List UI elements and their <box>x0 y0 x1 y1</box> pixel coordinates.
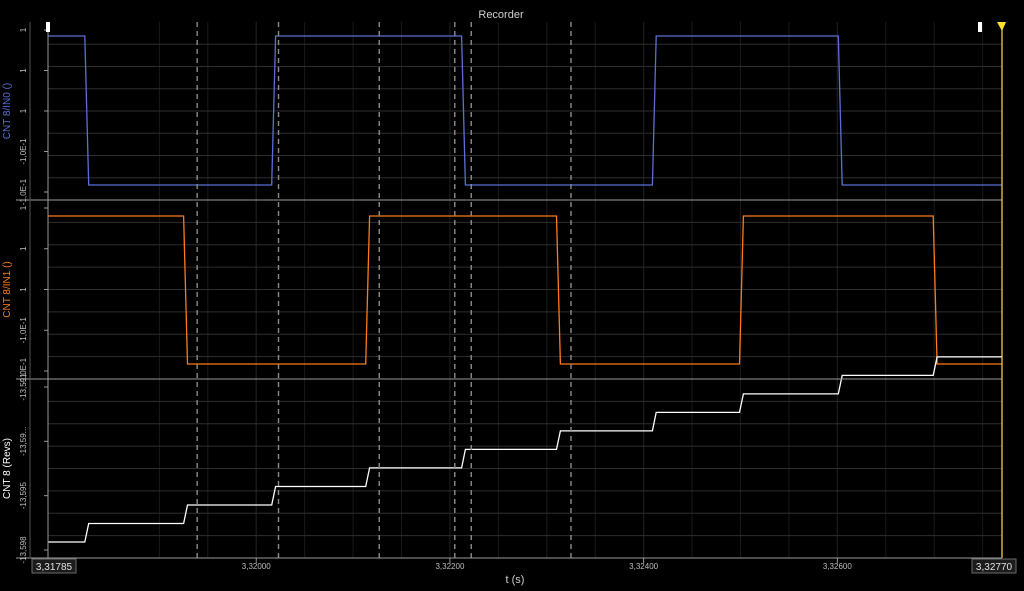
window-title: Recorder <box>478 9 524 21</box>
x-axis-label: t (s) <box>506 574 525 586</box>
range-marker-icon[interactable] <box>978 22 982 32</box>
y-tick-label: -1,0E-1 <box>19 178 28 205</box>
y-tick-label: -1,0E-1 <box>19 138 28 165</box>
y-tick-label: 1 <box>19 246 28 251</box>
series-label: CNT 8 (Revs) <box>2 438 13 499</box>
x-start-label: 3,31785 <box>36 562 73 573</box>
y-tick-label: 1 <box>19 205 28 210</box>
x-tick-label: 3,32400 <box>629 562 658 571</box>
y-tick-label: -1,0E-1 <box>19 317 28 344</box>
series-label: CNT 8/IN0 () <box>2 83 13 140</box>
series-label: CNT 8/IN1 () <box>2 261 13 318</box>
y-tick-label: -13,598 <box>19 536 28 564</box>
x-tick-label: 3,32000 <box>242 562 271 571</box>
x-tick-label: 3,32200 <box>435 562 464 571</box>
y-tick-label: -13,591 <box>19 373 28 401</box>
y-tick-label: 1 <box>19 68 28 73</box>
y-tick-label: 1 <box>19 27 28 32</box>
recorder-window: Recorder 1 1 1 -1,0E-1 -1,0E-1 CNT 8/IN0 () 1 1… <box>0 0 1024 586</box>
x-tick-label: 3,32600 <box>823 562 852 571</box>
y-tick-label: 1 <box>19 287 28 292</box>
y-tick-label: -13,59... <box>19 427 28 456</box>
y-tick-label: 1 <box>19 108 28 113</box>
start-marker-icon[interactable] <box>46 22 50 32</box>
y-tick-label: -13,595 <box>19 482 28 510</box>
x-end-label: 3,32770 <box>976 562 1013 573</box>
recorder-chart: Recorder 111-1,0E-1-1,0E-1CNT 8/IN0 ()11… <box>0 0 1024 586</box>
